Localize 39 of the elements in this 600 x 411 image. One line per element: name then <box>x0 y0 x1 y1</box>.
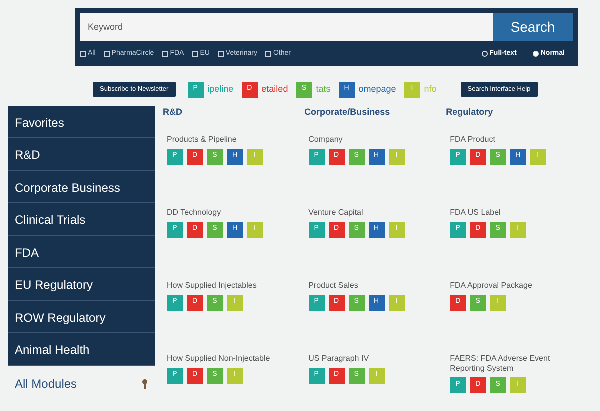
checkbox[interactable] <box>104 51 110 58</box>
module-link[interactable]: Venture Capital <box>308 208 437 218</box>
radio-button[interactable] <box>482 51 488 58</box>
checkbox[interactable] <box>80 51 86 58</box>
search-button[interactable]: Search <box>493 13 573 41</box>
module-link[interactable]: Product Sales <box>308 281 437 291</box>
column-heading: Regulatory <box>446 106 494 119</box>
legend-label: omepage <box>358 82 396 96</box>
module-link[interactable]: FDA Approval Package <box>450 281 578 291</box>
module-link[interactable]: US Paragraph IV <box>308 354 437 364</box>
module-link[interactable]: Company <box>308 135 437 145</box>
column-heading: R&D <box>163 106 184 118</box>
checkbox[interactable] <box>265 51 272 58</box>
module-link[interactable]: How Supplied Injectables <box>167 281 295 291</box>
legend-label: ipeline <box>208 82 234 96</box>
legend-label: tats <box>316 82 331 96</box>
legend-label: nfo <box>424 82 437 96</box>
all-modules-link[interactable]: All Modules <box>15 374 78 392</box>
module-link[interactable]: Products & Pipeline <box>167 135 295 145</box>
sidebar-item[interactable]: FDA <box>8 236 155 268</box>
module-link[interactable]: How Supplied Non-Injectable <box>167 354 295 364</box>
sidebar-item[interactable]: ROW Regulatory <box>8 300 155 333</box>
sidebar-item[interactable]: R&D <box>8 138 155 170</box>
search-field[interactable]: Keyword <box>80 13 493 41</box>
sidebar-item[interactable]: Corporate Business <box>8 170 155 203</box>
column-heading: Corporate/Business <box>304 106 392 119</box>
checkbox[interactable] <box>162 51 168 58</box>
checkbox[interactable] <box>218 51 224 58</box>
legend-label: etailed <box>262 82 288 96</box>
module-link[interactable]: FAERS: FDA Adverse Event Reporting System <box>450 354 578 374</box>
module-link[interactable]: FDA Product <box>450 135 578 145</box>
sidebar-item[interactable]: Favorites <box>8 106 155 138</box>
sidebar-item[interactable]: Animal Health <box>8 333 155 366</box>
module-link[interactable]: DD Technology <box>167 208 295 218</box>
radio-button[interactable] <box>532 51 539 58</box>
sidebar-item[interactable]: EU Regulatory <box>8 268 155 300</box>
checkbox[interactable] <box>192 51 198 58</box>
module-link[interactable]: FDA US Label <box>450 208 578 218</box>
sidebar-item[interactable]: Clinical Trials <box>8 203 155 236</box>
